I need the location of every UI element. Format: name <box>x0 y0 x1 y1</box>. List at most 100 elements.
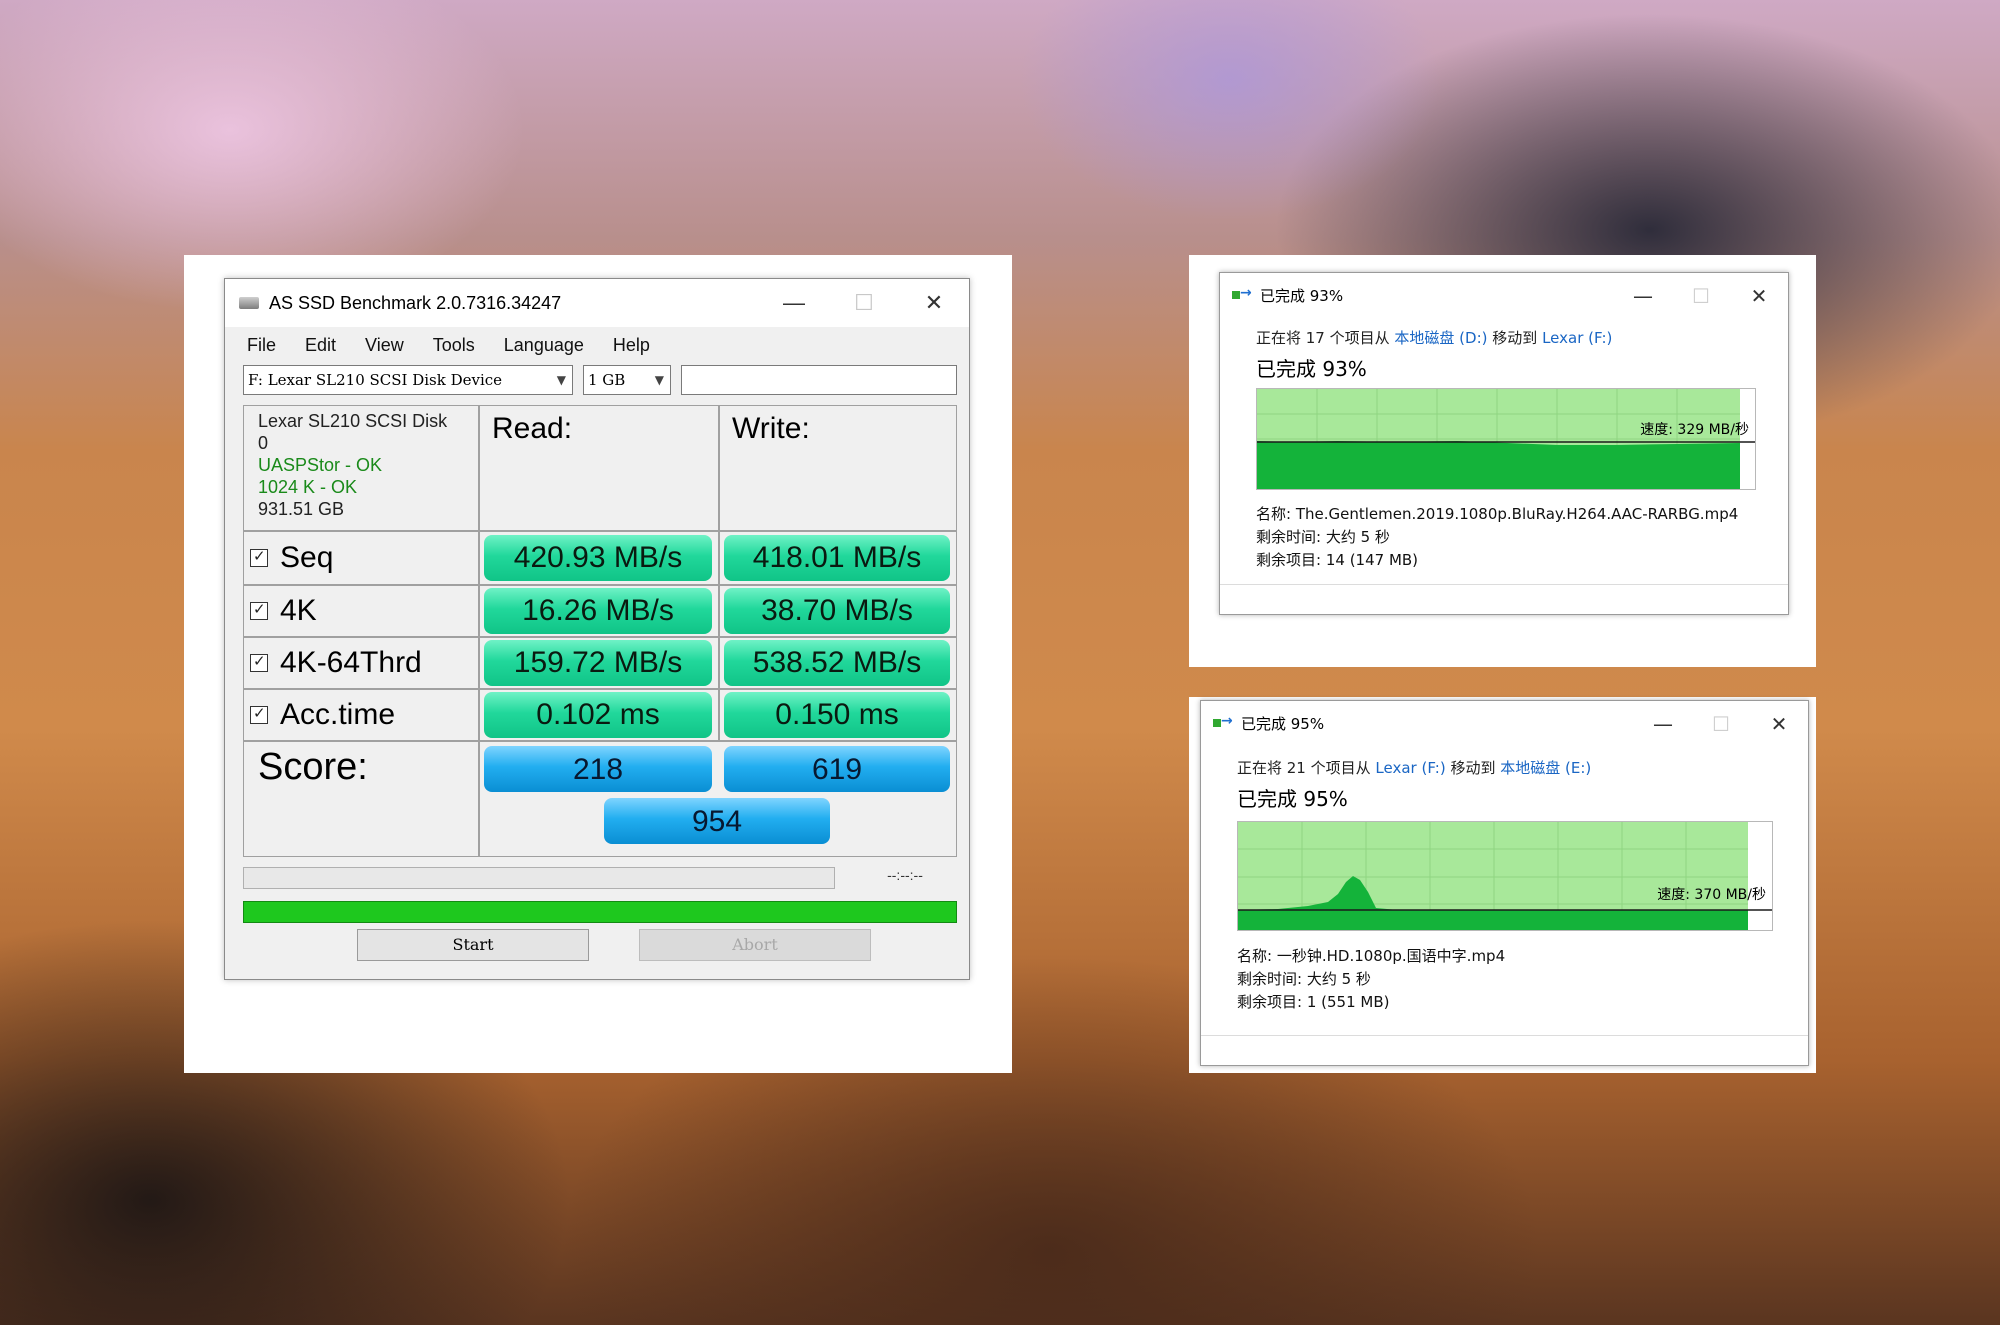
copy-title: 已完成 93% <box>1260 287 1344 305</box>
write-cell: 0.150 ms <box>719 689 957 741</box>
checkbox-4k-64thrd[interactable] <box>250 652 268 672</box>
results-grid: Lexar SL210 SCSI Disk 0 UASPStor - OK 10… <box>243 405 957 857</box>
copy-dialog-bottom: 已完成 95% — ☐ ✕ 正在将 21 个项目从 Lexar (F:) 移动到… <box>1200 700 1809 1066</box>
drive-select-value: F: Lexar SL210 SCSI Disk Device <box>248 371 503 389</box>
destination-link[interactable]: Lexar (F:) <box>1542 329 1612 347</box>
chevron-down-icon: ▼ <box>556 373 566 387</box>
maximize-button[interactable]: ☐ <box>1692 701 1750 747</box>
menu-tools[interactable]: Tools <box>433 335 475 356</box>
menu-view[interactable]: View <box>365 335 404 356</box>
seq-write-value: 418.01 MB/s <box>724 535 950 581</box>
write-cell: 38.70 MB/s <box>719 585 957 637</box>
window-title: AS SSD Benchmark 2.0.7316.34247 <box>269 292 562 313</box>
score-read-value: 218 <box>484 746 712 792</box>
destination-link[interactable]: 本地磁盘 (E:) <box>1500 759 1591 777</box>
size-select[interactable]: 1 GB ▼ <box>583 365 671 395</box>
copy-status: 已完成 93% <box>1256 357 1367 381</box>
4k-write-value: 38.70 MB/s <box>724 588 950 634</box>
copy-line-prefix: 正在将 17 个项目从 <box>1256 329 1390 347</box>
alignment-status: 1024 K - OK <box>258 477 358 497</box>
copy-line-mid: 移动到 <box>1450 759 1496 777</box>
device-index: 0 <box>258 433 269 453</box>
graph-speed-area <box>1257 441 1740 489</box>
read-cell: 16.26 MB/s <box>479 585 719 637</box>
info-textbox[interactable] <box>681 365 957 395</box>
seq-read-value: 420.93 MB/s <box>484 535 712 581</box>
time-remaining: 大约 5 秒 <box>1325 528 1390 546</box>
read-header: Read: <box>479 405 719 531</box>
4k64-read-value: 159.72 MB/s <box>484 640 712 686</box>
score-total-value: 954 <box>604 798 830 844</box>
abort-button[interactable]: Abort <box>639 929 871 961</box>
copy-title-bar: 已完成 95% <box>1213 713 1324 734</box>
elapsed-timer: --:--:-- <box>887 867 923 883</box>
copy-description: 正在将 17 个项目从 本地磁盘 (D:) 移动到 Lexar (F:) <box>1256 327 1612 348</box>
copy-details: 名称: 一秒钟.HD.1080p.国语中字.mp4 剩余时间: 大约 5 秒 剩… <box>1237 945 1505 1014</box>
source-link[interactable]: 本地磁盘 (D:) <box>1394 329 1487 347</box>
menu-file[interactable]: File <box>247 335 276 356</box>
read-cell: 0.102 ms <box>479 689 719 741</box>
items-label: 剩余项目: <box>1237 993 1303 1011</box>
file-move-icon <box>1213 713 1235 731</box>
menu-language[interactable]: Language <box>504 335 584 356</box>
speed-graph-svg <box>1257 389 1755 489</box>
minimize-button[interactable]: — <box>1614 273 1672 319</box>
acc-write-value: 0.150 ms <box>724 692 950 738</box>
speed-label: 速度: 370 MB/秒 <box>1657 887 1766 903</box>
checkbox-4k[interactable] <box>250 600 268 620</box>
copy-details: 名称: The.Gentlemen.2019.1080p.BluRay.H264… <box>1256 503 1738 572</box>
test-progress-bar <box>243 867 835 889</box>
start-button[interactable]: Start <box>357 929 589 961</box>
chevron-down-icon: ▼ <box>654 373 664 387</box>
row-label: Acc.time <box>280 698 396 731</box>
copy-line-mid: 移动到 <box>1492 329 1538 347</box>
speed-graph: 速度: 329 MB/秒 <box>1256 388 1756 490</box>
drive-select[interactable]: F: Lexar SL210 SCSI Disk Device ▼ <box>243 365 573 395</box>
device-capacity: 931.51 GB <box>258 499 345 519</box>
minimize-button[interactable]: — <box>1634 701 1692 747</box>
maximize-button[interactable]: ☐ <box>829 279 899 327</box>
total-progress-bar <box>243 901 957 923</box>
row-4k-64thrd[interactable]: 4K-64Thrd <box>243 637 479 689</box>
copy-line-prefix: 正在将 21 个项目从 <box>1237 759 1371 777</box>
file-name: The.Gentlemen.2019.1080p.BluRay.H264.AAC… <box>1295 505 1739 523</box>
score-label: Score: <box>243 741 479 857</box>
checkbox-acc-time[interactable] <box>250 704 268 724</box>
drive-icon <box>239 293 259 313</box>
score-write-value: 619 <box>724 746 950 792</box>
row-label: Seq <box>280 541 334 574</box>
copy-title: 已完成 95% <box>1241 715 1325 733</box>
name-label: 名称: <box>1256 505 1292 523</box>
row-4k[interactable]: 4K <box>243 585 479 637</box>
time-label: 剩余时间: <box>1237 970 1303 988</box>
minimize-button[interactable]: — <box>759 279 829 327</box>
score-cell: 218 619 954 <box>479 741 957 857</box>
speed-graph-svg <box>1238 822 1772 930</box>
title-bar: AS SSD Benchmark 2.0.7316.34247 — ☐ ✕ <box>225 279 969 327</box>
speed-graph: 速度: 370 MB/秒 <box>1237 821 1773 931</box>
write-cell: 538.52 MB/s <box>719 637 957 689</box>
file-move-icon <box>1232 285 1254 303</box>
menu-edit[interactable]: Edit <box>305 335 336 356</box>
speed-label: 速度: 329 MB/秒 <box>1640 422 1749 438</box>
time-remaining: 大约 5 秒 <box>1306 970 1371 988</box>
close-button[interactable]: ✕ <box>1750 701 1808 747</box>
4k-read-value: 16.26 MB/s <box>484 588 712 634</box>
copy-title-bar: 已完成 93% <box>1232 285 1343 306</box>
source-link[interactable]: Lexar (F:) <box>1375 759 1445 777</box>
menu-help[interactable]: Help <box>613 335 650 356</box>
row-label: 4K-64Thrd <box>280 646 422 679</box>
name-label: 名称: <box>1237 947 1273 965</box>
items-remaining: 1 (551 MB) <box>1306 993 1390 1011</box>
device-name: Lexar SL210 SCSI Disk <box>258 411 448 431</box>
row-seq[interactable]: Seq <box>243 531 479 585</box>
row-acc-time[interactable]: Acc.time <box>243 689 479 741</box>
checkbox-seq[interactable] <box>250 547 268 567</box>
dialog-footer <box>1201 1035 1808 1065</box>
time-label: 剩余时间: <box>1256 528 1322 546</box>
close-button[interactable]: ✕ <box>899 279 969 327</box>
copy-description: 正在将 21 个项目从 Lexar (F:) 移动到 本地磁盘 (E:) <box>1237 757 1591 778</box>
copy-dialog-top: 已完成 93% — ☐ ✕ 正在将 17 个项目从 本地磁盘 (D:) 移动到 … <box>1219 272 1789 615</box>
close-button[interactable]: ✕ <box>1730 273 1788 319</box>
maximize-button[interactable]: ☐ <box>1672 273 1730 319</box>
